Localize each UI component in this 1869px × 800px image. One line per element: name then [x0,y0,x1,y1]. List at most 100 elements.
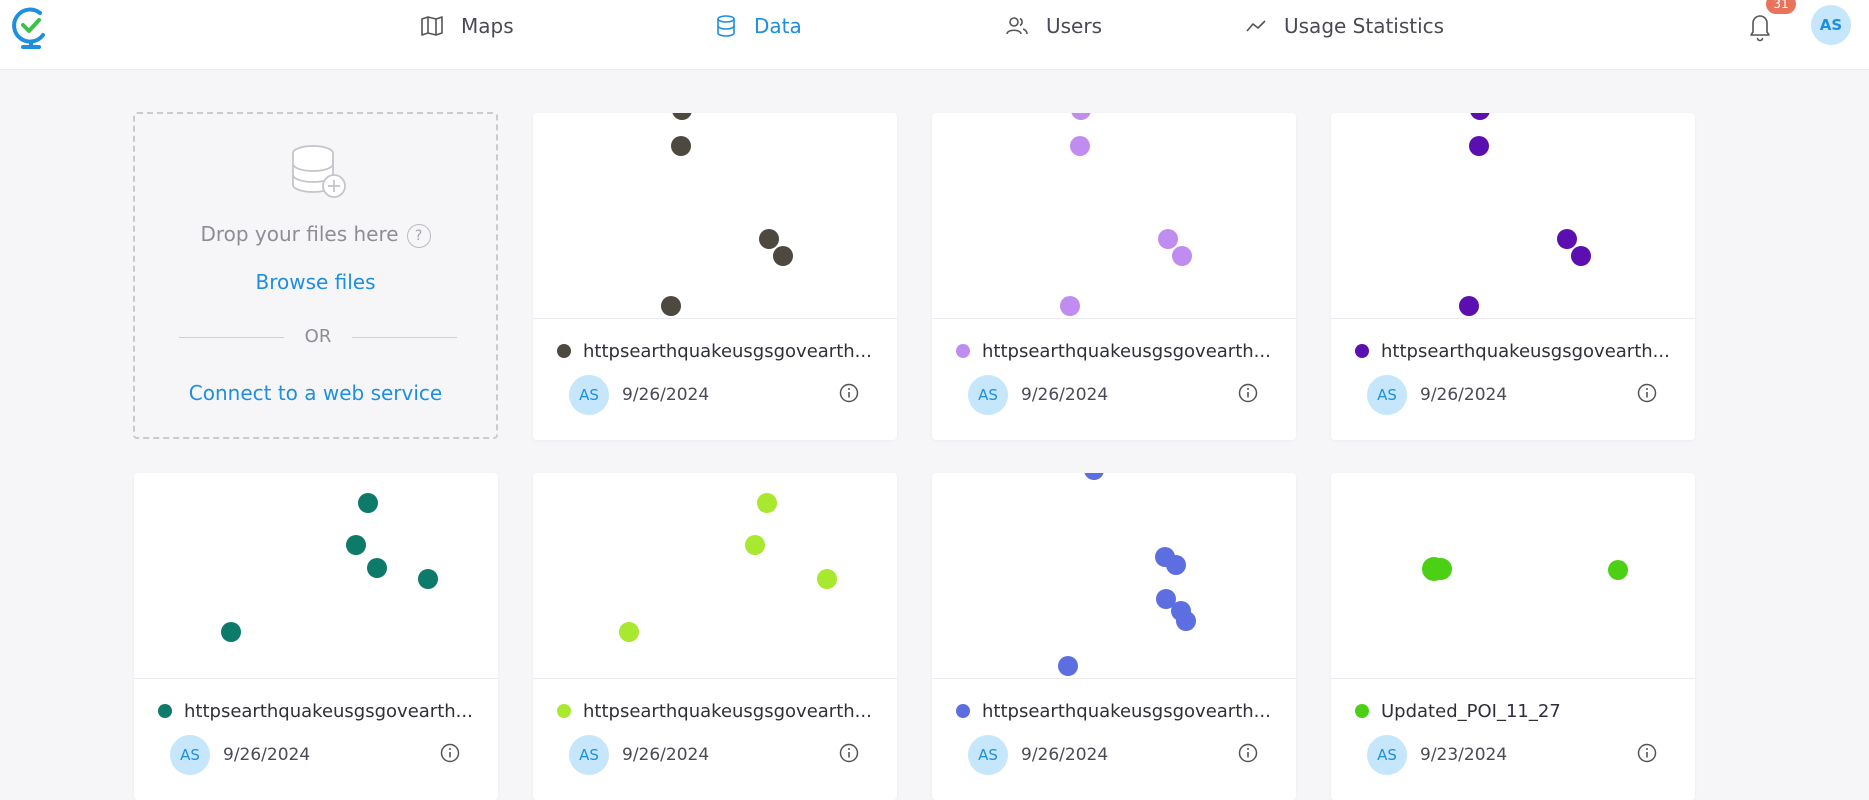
dataset-date: 9/26/2024 [223,745,311,765]
dataset-date: 9/26/2024 [622,385,710,405]
users-icon [1006,17,1028,35]
dataset-color-dot [956,704,970,718]
map-point [1430,558,1452,580]
dataset-meta-row: AS 9/26/2024 [569,375,869,415]
dataset-date: 9/26/2024 [1021,745,1109,765]
map-point [1608,560,1628,580]
connect-web-service-link[interactable]: Connect to a web service [135,381,496,405]
owner-avatar: AS [569,375,609,415]
upload-dropzone[interactable]: Drop your files here? Browse files OR Co… [133,112,498,439]
app-logo-icon[interactable] [10,5,52,49]
info-icon[interactable] [440,743,460,763]
dataset-name[interactable]: httpsearthquakeusgsgovearth... [982,341,1274,362]
nav-usage-label: Usage Statistics [1284,14,1445,38]
dataset-name[interactable]: httpsearthquakeusgsgovearth... [583,701,875,722]
dataset-name[interactable]: httpsearthquakeusgsgovearth... [184,701,476,722]
drop-files-label: Drop your files here [200,222,399,246]
map-point [745,535,765,555]
info-icon[interactable] [1637,383,1657,403]
dataset-name[interactable]: httpsearthquakeusgsgovearth... [982,701,1274,722]
map-point [346,535,366,555]
dataset-date: 9/26/2024 [1420,385,1508,405]
dataset-meta-row: AS 9/26/2024 [968,375,1268,415]
user-avatar[interactable]: AS [1811,5,1851,45]
map-preview [932,113,1296,318]
help-icon[interactable]: ? [406,223,431,248]
browse-files-link[interactable]: Browse files [135,270,496,294]
map-point [1071,113,1091,120]
owner-avatar: AS [968,375,1008,415]
owner-avatar: AS [569,735,609,775]
owner-avatar: AS [170,735,210,775]
points-preview-svg [1422,557,1628,581]
dataset-card-2[interactable]: httpsearthquakeusgsgovearth... AS 9/26/2… [932,113,1296,440]
dataset-date: 9/26/2024 [1021,385,1109,405]
dataset-name[interactable]: Updated_POI_11_27 [1381,701,1673,722]
dataset-name[interactable]: httpsearthquakeusgsgovearth... [1381,341,1673,362]
map-preview [134,473,498,678]
points-preview-svg [619,493,837,642]
owner-avatar: AS [1367,375,1407,415]
info-icon[interactable] [839,383,859,403]
dataset-card-7[interactable]: Updated_POI_11_27 AS 9/23/2024 [1331,473,1695,800]
map-point [1176,611,1196,631]
map-point [358,493,378,513]
dataset-color-dot [1355,344,1369,358]
dataset-card-5[interactable]: httpsearthquakeusgsgovearth... AS 9/26/2… [533,473,897,800]
or-separator: OR [179,326,457,347]
map-point [1571,246,1591,266]
dataset-card-3[interactable]: httpsearthquakeusgsgovearth... AS 9/26/2… [1331,113,1695,440]
dataset-title-row: httpsearthquakeusgsgovearth... [557,339,877,363]
nav-users[interactable]: Users [1006,10,1102,42]
nav-maps[interactable]: Maps [421,10,514,42]
map-point [1166,555,1186,575]
trend-line-icon [1246,20,1266,32]
info-icon[interactable] [1238,383,1258,403]
map-point [661,296,681,316]
dataset-title-row: httpsearthquakeusgsgovearth... [956,699,1276,723]
map-point [759,229,779,249]
dataset-name[interactable]: httpsearthquakeusgsgovearth... [583,341,875,362]
owner-avatar: AS [968,735,1008,775]
map-preview [533,113,897,318]
map-point [1158,229,1178,249]
dataset-color-dot [1355,704,1369,718]
points-preview-svg [1058,473,1196,676]
dataset-color-dot [557,704,571,718]
bell-icon[interactable] [1745,10,1775,42]
nav-maps-label: Maps [461,14,514,38]
map-preview [533,473,897,678]
nav-data[interactable]: Data [716,10,802,42]
info-icon[interactable] [1637,743,1657,763]
nav-usage-statistics[interactable]: Usage Statistics [1246,10,1444,42]
map-point [1172,246,1192,266]
info-icon[interactable] [1238,743,1258,763]
dataset-meta-row: AS 9/26/2024 [170,735,470,775]
info-icon[interactable] [839,743,859,763]
dataset-color-dot [158,704,172,718]
dataset-card-1[interactable]: httpsearthquakeusgsgovearth... AS 9/26/2… [533,113,897,440]
drop-files-text: Drop your files here? [135,222,496,248]
dataset-card-6[interactable]: httpsearthquakeusgsgovearth... AS 9/26/2… [932,473,1296,800]
map-point [1060,296,1080,316]
dataset-meta-row: AS 9/26/2024 [1367,375,1667,415]
map-icon [421,16,443,36]
points-preview-svg [221,493,438,642]
database-icon [717,15,735,37]
dataset-title-row: httpsearthquakeusgsgovearth... [158,699,478,723]
map-point [367,558,387,578]
nav-data-label: Data [754,14,802,38]
notification-count-badge[interactable]: 31 [1766,0,1796,14]
map-point [757,493,777,513]
dataset-meta-row: AS 9/26/2024 [968,735,1268,775]
dataset-meta-row: AS 9/23/2024 [1367,735,1667,775]
map-point [1058,656,1078,676]
map-point [619,622,639,642]
owner-avatar: AS [1367,735,1407,775]
map-preview [1331,113,1695,318]
map-point [773,246,793,266]
map-point [671,136,691,156]
dataset-title-row: Updated_POI_11_27 [1355,699,1675,723]
map-point [221,622,241,642]
dataset-card-4[interactable]: httpsearthquakeusgsgovearth... AS 9/26/2… [134,473,498,800]
